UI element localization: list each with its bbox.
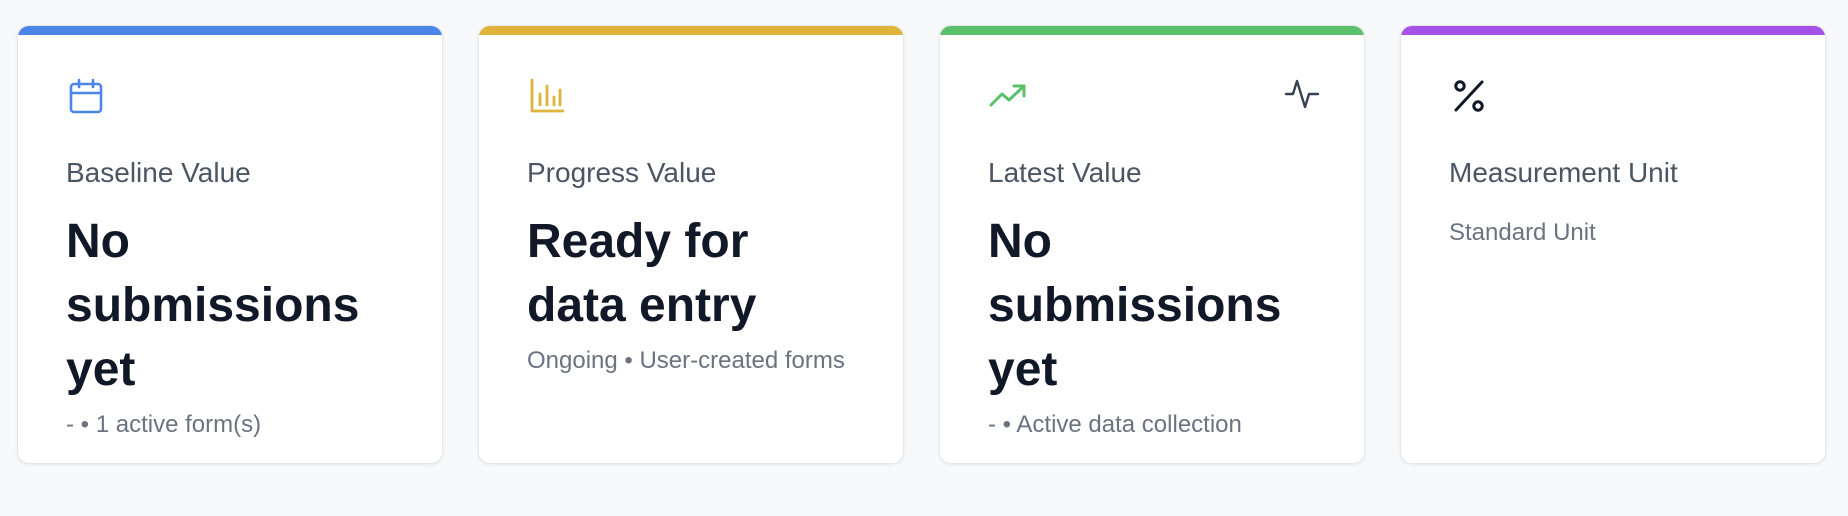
card-label: Progress Value xyxy=(527,157,717,188)
card-accent-bar xyxy=(940,26,1364,35)
card-value: Ready for data entry xyxy=(527,215,757,332)
card-accent-bar xyxy=(1401,26,1825,35)
trending-up-icon xyxy=(988,76,1028,116)
card-accent-bar xyxy=(18,26,442,35)
card-value: No submissions yet xyxy=(988,215,1282,396)
activity-icon xyxy=(1284,76,1320,112)
bar-chart-icon xyxy=(527,76,567,116)
progress-value-card: Progress Value Ready for data entry Ongo… xyxy=(478,25,904,464)
card-value: No submissions yet xyxy=(66,215,360,396)
card-label: Measurement Unit xyxy=(1449,157,1678,188)
card-subtext: Ongoing • User-created forms xyxy=(527,347,845,374)
card-label: Baseline Value xyxy=(66,157,251,188)
card-subtext: Standard Unit xyxy=(1449,219,1596,246)
card-subtext: - • Active data collection xyxy=(988,411,1242,438)
latest-value-card: Latest Value No submissions yet - • Acti… xyxy=(939,25,1365,464)
measurement-unit-card: Measurement Unit Standard Unit xyxy=(1400,25,1826,464)
metric-cards: Baseline Value No submissions yet - • 1 … xyxy=(17,25,1826,464)
card-label: Latest Value xyxy=(988,157,1142,188)
percent-icon xyxy=(1449,76,1489,116)
calendar-icon xyxy=(66,76,106,116)
card-subtext: - • 1 active form(s) xyxy=(66,411,262,438)
baseline-value-card: Baseline Value No submissions yet - • 1 … xyxy=(17,25,443,464)
card-accent-bar xyxy=(479,26,903,35)
